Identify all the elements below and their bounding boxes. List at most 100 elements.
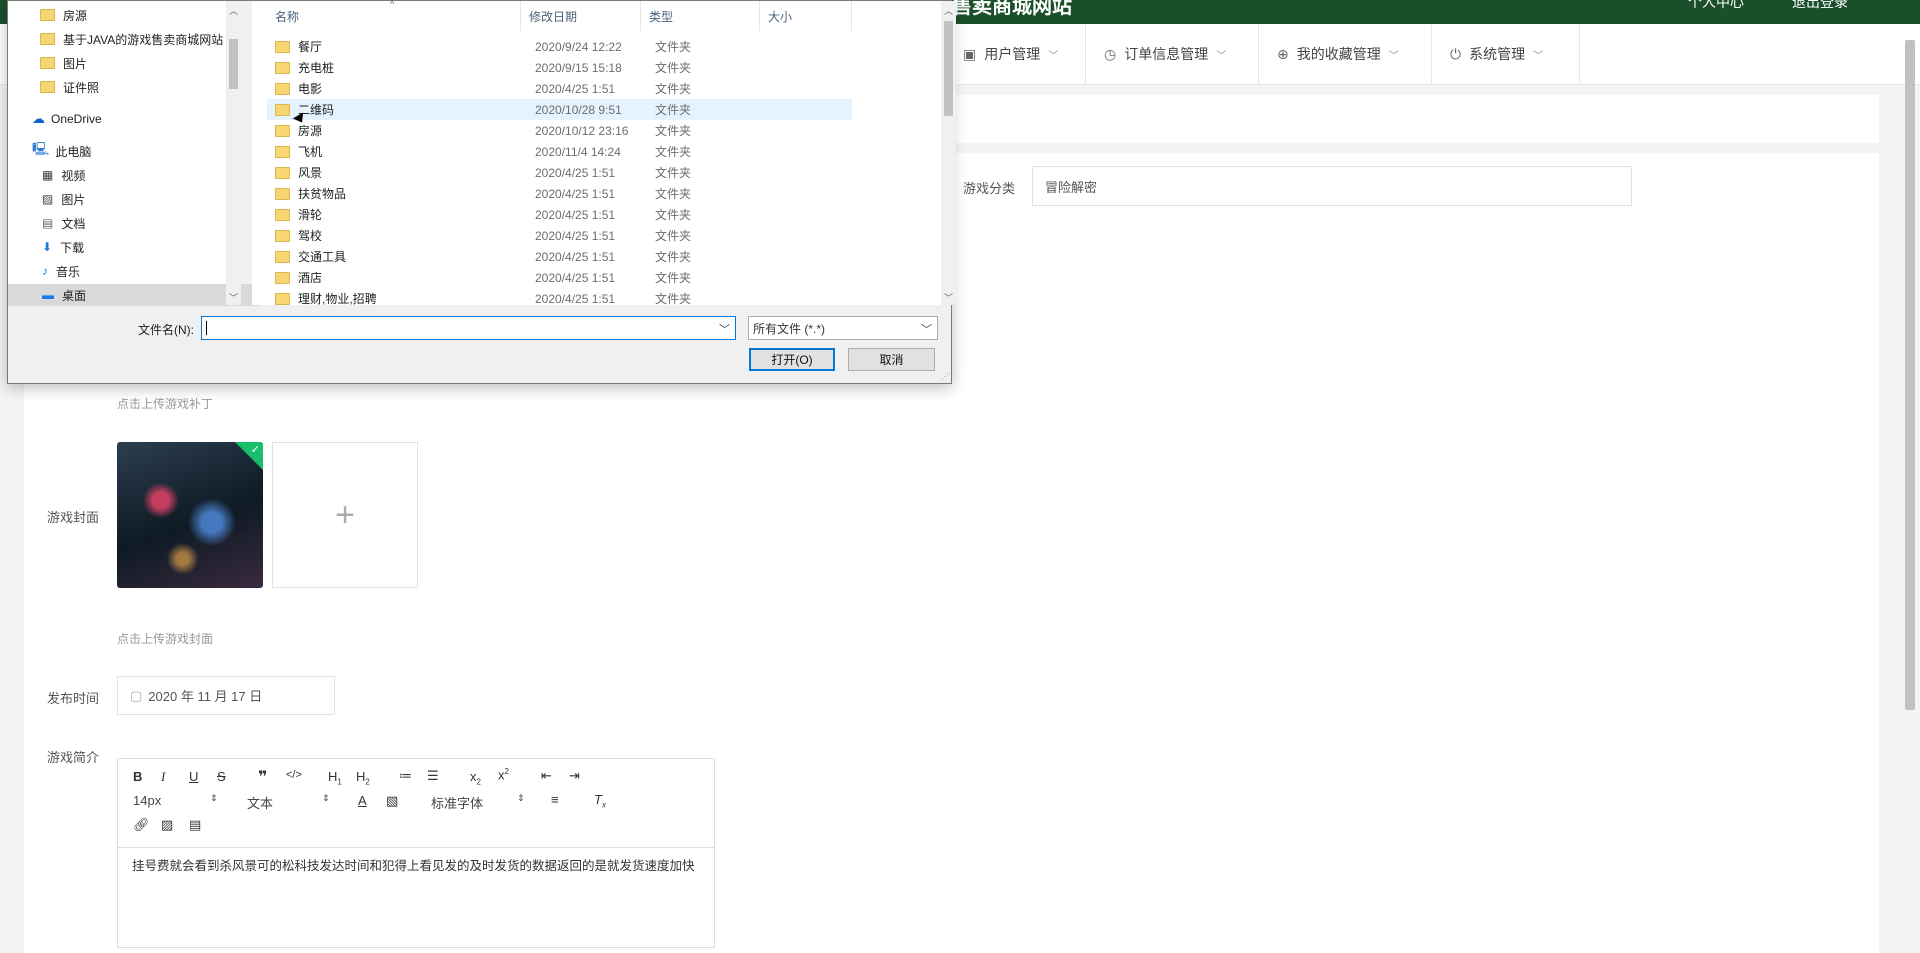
file-row[interactable]: 驾校 2020/4/25 1:51 文件夹	[267, 225, 852, 246]
patch-upload-hint[interactable]: 点击上传游戏补丁	[117, 395, 213, 412]
scroll-thumb[interactable]	[944, 21, 953, 116]
folder-icon	[275, 166, 290, 179]
file-name: 交通工具	[298, 250, 347, 264]
logout-link[interactable]: 退出登录	[1792, 0, 1848, 12]
file-row[interactable]: 酒店 2020/4/25 1:51 文件夹	[267, 267, 852, 288]
image-icon[interactable]: ▨	[161, 817, 173, 833]
tree-item[interactable]: 房源	[8, 4, 258, 26]
video-icon[interactable]: ▤	[189, 817, 201, 833]
chevron-down-icon[interactable]: ﹀	[944, 291, 953, 304]
cover-thumbnail[interactable]: ✓	[117, 442, 263, 588]
chevron-up-icon[interactable]: ︿	[229, 4, 238, 17]
cover-upload-hint[interactable]: 点击上传游戏封面	[117, 630, 213, 647]
tree-scrollbar[interactable]: ︿ ﹀	[226, 1, 241, 305]
outdent-icon[interactable]: ⇤	[541, 768, 552, 784]
file-row[interactable]: 扶贫物品 2020/4/25 1:51 文件夹	[267, 183, 852, 204]
tree-item[interactable]: ▤ 文档	[8, 212, 260, 234]
add-cover-button[interactable]: +	[272, 442, 418, 588]
heading2-icon[interactable]: H2	[356, 769, 370, 787]
bold-icon[interactable]: B	[133, 769, 142, 784]
clear-format-icon[interactable]: Tx	[594, 792, 606, 810]
tree-item[interactable]: ♪ 音乐	[8, 260, 260, 282]
tree-item-desktop[interactable]: ▬ 桌面	[8, 284, 260, 306]
file-row[interactable]: 风景 2020/4/25 1:51 文件夹	[267, 162, 852, 183]
file-type: 文件夹	[655, 271, 692, 285]
category-label: 游戏分类	[963, 181, 1016, 196]
font-size-select[interactable]: 14px	[133, 793, 161, 808]
file-row[interactable]: 充电桩 2020/9/15 15:18 文件夹	[267, 57, 852, 78]
category-input[interactable]: 冒险解密	[1032, 166, 1632, 206]
block-format-select[interactable]: 文本	[247, 793, 273, 812]
tree-item[interactable]: 图片	[8, 52, 258, 74]
file-row[interactable]: 理财,物业,招聘 2020/4/25 1:51 文件夹	[267, 288, 852, 305]
nav-order-management[interactable]: ◷ 订单信息管理 ﹀	[1086, 24, 1259, 84]
chevron-down-icon[interactable]: ﹀	[719, 321, 730, 337]
chevron-down-icon: ﹀	[1216, 50, 1227, 62]
category-value: 冒险解密	[1045, 179, 1098, 195]
scroll-thumb[interactable]	[229, 39, 238, 89]
italic-icon[interactable]: I	[161, 769, 165, 785]
video-icon: ▦	[42, 168, 54, 182]
file-row[interactable]: 交通工具 2020/4/25 1:51 文件夹	[267, 246, 852, 267]
filename-input[interactable]: ﹀	[201, 316, 736, 340]
tree-item-this-pc[interactable]: 🖳︎ 此电脑	[8, 140, 250, 162]
align-icon[interactable]: ≡	[551, 792, 559, 807]
font-color-icon[interactable]: A	[358, 793, 367, 808]
file-row[interactable]: 房源 2020/10/12 23:16 文件夹	[267, 120, 852, 141]
file-row[interactable]: 飞机 2020/11/4 14:24 文件夹	[267, 141, 852, 162]
background-color-icon[interactable]: ▧	[386, 793, 398, 809]
file-row[interactable]: 滑轮 2020/4/25 1:51 文件夹	[267, 204, 852, 225]
editor-toolbar: B I U S ❞ </> H1 H2 ≔ ☰ x2 x2 ⇤ ⇥ 14px ⇕…	[118, 759, 714, 848]
open-button[interactable]: 打开(O)	[749, 348, 835, 371]
date-label: 发布时间	[47, 691, 100, 706]
column-header-type[interactable]: 类型	[641, 1, 760, 31]
tree-item[interactable]: ▦ 视频	[8, 164, 260, 186]
superscript-icon[interactable]: x2	[498, 767, 509, 782]
bullet-list-icon[interactable]: ☰	[427, 768, 439, 784]
file-row[interactable]: 电影 2020/4/25 1:51 文件夹	[267, 78, 852, 99]
chevron-down-icon[interactable]: ﹀	[229, 291, 238, 304]
subscript-icon[interactable]: x2	[470, 769, 481, 787]
resize-grip-icon[interactable]: ⋰	[941, 372, 949, 381]
column-header-size[interactable]: 大小	[760, 1, 852, 31]
indent-icon[interactable]: ⇥	[569, 768, 580, 784]
file-row[interactable]: 餐厅 2020/9/24 12:22 文件夹	[267, 36, 852, 57]
blockquote-icon[interactable]: ❞	[258, 767, 267, 787]
profile-link[interactable]: 个人中心	[1688, 0, 1744, 12]
font-family-select[interactable]: 标准字体	[431, 793, 483, 812]
ordered-list-icon[interactable]: ≔	[399, 768, 412, 784]
file-open-dialog: 房源 基于JAVA的游戏售卖商城网站 图片 证件照 ☁ OneDrive 🖳︎ 此电…	[7, 0, 956, 384]
tree-item-onedrive[interactable]: ☁ OneDrive	[8, 108, 250, 130]
nav-user-management[interactable]: ▣ 用户管理 ﹀	[945, 24, 1086, 84]
tree-item[interactable]: ⬇ 下载	[8, 236, 260, 258]
link-icon[interactable]: 🔗︎	[133, 817, 150, 833]
filename-label: 文件名(N):	[138, 323, 194, 337]
chevron-up-icon[interactable]: ︿	[944, 4, 953, 17]
folder-icon	[275, 40, 290, 53]
file-name: 风景	[298, 166, 323, 180]
tree-item[interactable]: ▨ 图片	[8, 188, 260, 210]
file-list-scrollbar[interactable]: ︿ ﹀	[941, 1, 956, 305]
folder-icon	[275, 103, 290, 116]
nav-system-management[interactable]: ⏻ 系统管理 ﹀	[1432, 24, 1580, 84]
column-header-date[interactable]: 修改日期	[521, 1, 641, 31]
underline-icon[interactable]: U	[189, 769, 198, 784]
power-icon: ⏻	[1450, 45, 1462, 62]
tree-item-label: 图片	[61, 192, 86, 207]
tree-item[interactable]: 证件照	[8, 76, 258, 98]
nav-favorites-management[interactable]: ⊕ 我的收藏管理 ﹀	[1259, 24, 1432, 84]
nav-label: 订单信息管理	[1124, 46, 1209, 62]
cancel-button[interactable]: 取消	[848, 348, 935, 371]
text-caret	[206, 321, 207, 335]
heading1-icon[interactable]: H1	[328, 769, 342, 787]
column-header-name[interactable]: 名称	[267, 1, 521, 31]
date-picker[interactable]: ▢ 2020 年 11 月 17 日	[117, 676, 335, 715]
editor-content[interactable]: 挂号费就会看到杀风景可的松科技发达时间和犯得上看见发的及时发货的数据返回的是就发…	[132, 857, 702, 875]
file-row-hovered[interactable]: 二维码 2020/10/28 9:51 文件夹	[267, 99, 852, 120]
strikethrough-icon[interactable]: S	[217, 769, 226, 784]
file-type-filter[interactable]: 所有文件 (*.*) ﹀	[748, 316, 938, 340]
code-block-icon[interactable]: </>	[286, 769, 302, 781]
tree-item[interactable]: 基于JAVA的游戏售卖商城网站	[8, 28, 258, 50]
page-scrollbar[interactable]	[1905, 40, 1915, 710]
file-date: 2020/4/25 1:51	[535, 81, 616, 96]
